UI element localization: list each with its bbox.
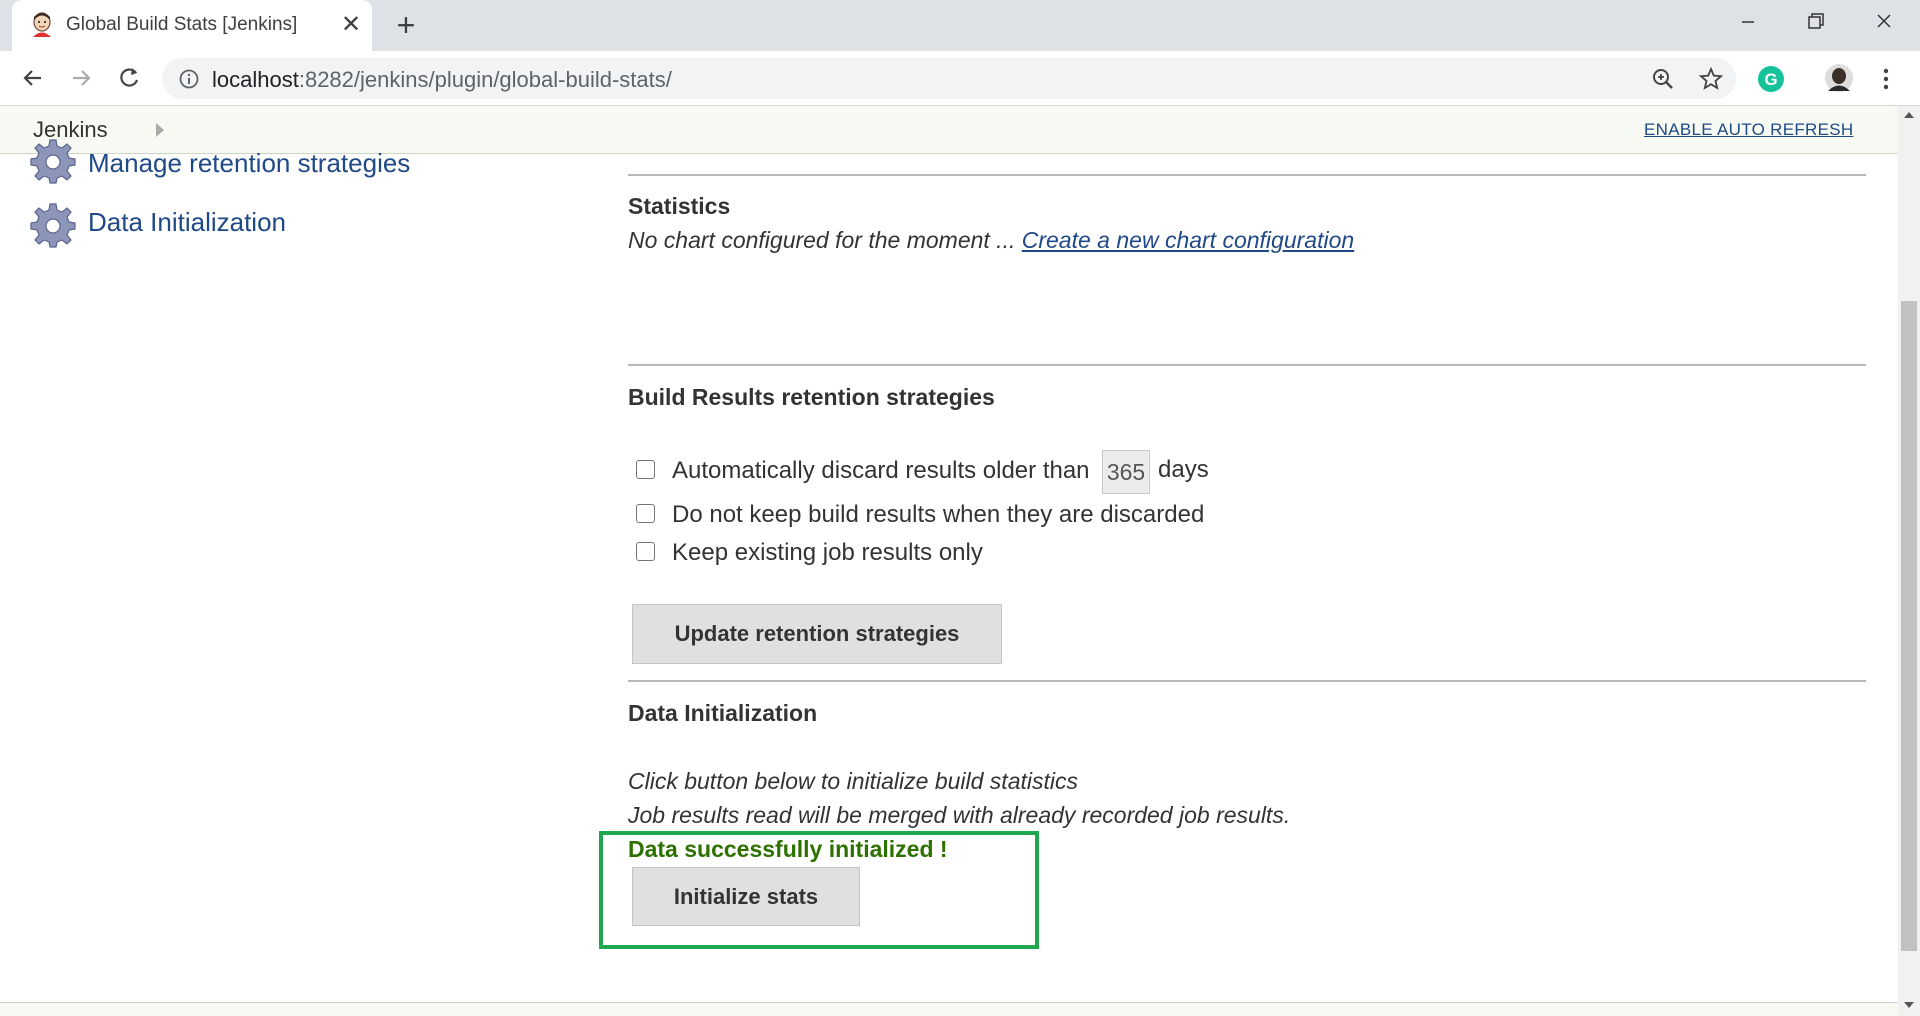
tab-close-icon[interactable]: ✕: [336, 10, 366, 40]
enable-auto-refresh-link[interactable]: ENABLE AUTO REFRESH: [1644, 120, 1853, 140]
data-init-line1: Click button below to initialize build s…: [628, 768, 1078, 794]
highlight-box: [599, 831, 1039, 949]
url-text: localhost:8282/jenkins/plugin/global-bui…: [212, 67, 672, 93]
new-tab-icon[interactable]: +: [388, 8, 424, 44]
discard-older-checkbox[interactable]: [636, 460, 655, 479]
data-init-line2: Job results read will be merged with alr…: [628, 802, 1291, 828]
create-chart-link[interactable]: Create a new chart configuration: [1022, 227, 1354, 253]
section-divider: [628, 680, 1866, 682]
zoom-icon[interactable]: [1650, 66, 1676, 92]
browser-tab-strip: Global Build Stats [Jenkins] ✕ +: [0, 0, 1920, 51]
page-footer: [0, 1003, 1898, 1016]
url-host: localhost: [212, 67, 299, 92]
days-input[interactable]: 365: [1102, 450, 1150, 494]
reload-icon[interactable]: [112, 61, 146, 95]
statistics-empty-text: No chart configured for the moment ... C…: [628, 227, 1354, 254]
sidebar-item-label[interactable]: Manage retention strategies: [88, 148, 410, 179]
keep-existing-label: Keep existing job results only: [672, 539, 983, 566]
jenkins-favicon-icon: [33, 12, 51, 37]
discard-older-label: Automatically discard results older than: [672, 457, 1090, 484]
breadcrumb: Jenkins ENABLE AUTO REFRESH: [0, 106, 1898, 154]
sidebar-item-label[interactable]: Data Initialization: [88, 207, 286, 238]
scroll-down-icon[interactable]: [1904, 1002, 1914, 1008]
section-divider: [628, 174, 1866, 176]
keep-existing-checkbox[interactable]: [636, 542, 655, 561]
restore-icon[interactable]: [1796, 8, 1836, 36]
minimize-icon[interactable]: [1728, 8, 1768, 36]
update-retention-button[interactable]: Update retention strategies: [632, 604, 1002, 664]
data-init-heading: Data Initialization: [628, 700, 818, 726]
page-scrollbar[interactable]: [1898, 106, 1920, 1016]
forward-icon[interactable]: [64, 61, 98, 95]
do-not-keep-label: Do not keep build results when they are …: [672, 501, 1205, 528]
info-icon[interactable]: [178, 68, 200, 90]
bookmark-star-icon[interactable]: [1698, 66, 1724, 92]
address-bar[interactable]: localhost:8282/jenkins/plugin/global-bui…: [162, 58, 1736, 99]
browser-toolbar: localhost:8282/jenkins/plugin/global-bui…: [0, 51, 1920, 106]
retention-heading: Build Results retention strategies: [628, 384, 995, 410]
days-suffix-label: days: [1158, 456, 1209, 483]
close-window-icon[interactable]: [1864, 8, 1904, 36]
section-divider: [628, 364, 1866, 366]
browser-menu-icon[interactable]: [1878, 65, 1894, 93]
scroll-up-icon[interactable]: [1904, 112, 1914, 118]
breadcrumb-arrow-icon[interactable]: [156, 123, 164, 137]
profile-avatar-icon[interactable]: [1824, 63, 1854, 93]
tab-title: Global Build Stats [Jenkins]: [66, 14, 298, 35]
back-icon[interactable]: [16, 61, 50, 95]
scroll-thumb[interactable]: [1901, 301, 1917, 951]
gear-icon: [30, 139, 76, 184]
svg-text:G: G: [1764, 70, 1777, 89]
url-path: :8282/jenkins/plugin/global-build-stats/: [298, 67, 672, 92]
browser-tab[interactable]: Global Build Stats [Jenkins] ✕: [12, 0, 372, 51]
no-chart-text: No chart configured for the moment ...: [628, 227, 1016, 253]
grammarly-icon[interactable]: G: [1757, 65, 1785, 93]
statistics-heading: Statistics: [628, 193, 731, 219]
gear-icon: [30, 203, 76, 248]
do-not-keep-checkbox[interactable]: [636, 504, 655, 523]
